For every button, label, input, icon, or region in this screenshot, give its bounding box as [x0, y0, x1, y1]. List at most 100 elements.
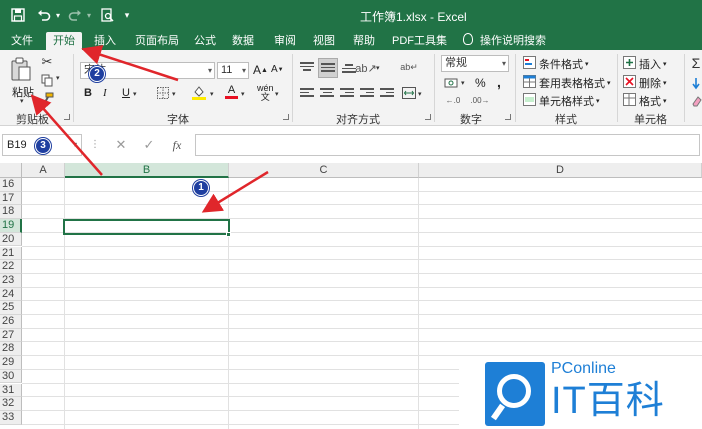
insert-cells-button[interactable]: 插入 ▾ [639, 56, 667, 72]
format-cells-button[interactable]: 格式 ▾ [639, 93, 667, 109]
middle-align-icon[interactable] [321, 63, 335, 75]
fill-color-icon[interactable] [192, 85, 206, 100]
undo-dropdown-icon[interactable]: ▾ [54, 6, 62, 24]
cut-icon[interactable]: ✂ [40, 54, 54, 69]
conditional-format-icon[interactable] [523, 56, 536, 69]
paste-dropdown-icon[interactable]: ▾ [20, 97, 24, 105]
row-header-33[interactable]: 33 [0, 410, 22, 425]
cell-styles-icon[interactable] [523, 93, 536, 106]
number-launcher[interactable] [505, 114, 511, 120]
copy-dropdown-icon[interactable]: ▾ [56, 74, 60, 82]
row-header-24[interactable]: 24 [0, 287, 22, 302]
tab-insert[interactable]: 插入 [91, 32, 119, 50]
font-size-combo[interactable]: 11 ▾ [217, 62, 249, 79]
row-header-25[interactable]: 25 [0, 301, 22, 315]
bottom-align-icon[interactable] [342, 64, 356, 76]
insert-function-button[interactable]: fx [168, 136, 186, 154]
undo-icon[interactable] [36, 6, 52, 24]
row-header-16[interactable]: 16 [0, 178, 22, 192]
column-header-d[interactable]: D [419, 163, 702, 178]
autosum-icon[interactable]: Σ [690, 55, 702, 71]
comma-style-button[interactable]: , [497, 74, 501, 90]
row-header-23[interactable]: 23 [0, 273, 22, 288]
shrink-font-button[interactable]: A ▼ [271, 64, 284, 75]
format-as-table-icon[interactable] [523, 75, 536, 88]
row-header-17[interactable]: 17 [0, 191, 22, 206]
format-painter-icon[interactable] [40, 91, 54, 105]
accounting-format-icon[interactable] [443, 76, 459, 90]
row-header-27[interactable]: 27 [0, 328, 22, 343]
row-header-22[interactable]: 22 [0, 260, 22, 274]
print-preview-icon[interactable] [99, 6, 115, 24]
fill-color-dropdown-icon[interactable]: ▾ [210, 90, 214, 98]
align-right-icon[interactable] [340, 88, 354, 100]
tab-formulas[interactable]: 公式 [191, 32, 219, 50]
accounting-dropdown-icon[interactable]: ▾ [461, 79, 465, 87]
font-color-button[interactable]: A [225, 85, 238, 99]
number-format-dropdown-icon[interactable]: ▾ [502, 56, 506, 71]
save-icon[interactable] [10, 6, 26, 24]
paste-icon[interactable] [10, 56, 32, 82]
customize-toolbar-icon[interactable]: ▾ [122, 6, 132, 24]
name-box-dropdown-icon[interactable]: ▾ [73, 135, 77, 155]
merge-center-icon[interactable] [402, 86, 416, 100]
delete-cells-button[interactable]: 删除 ▾ [639, 75, 667, 91]
phonetic-dropdown-icon[interactable]: ▾ [275, 90, 279, 98]
row-header-20[interactable]: 20 [0, 232, 22, 247]
insert-cells-icon[interactable] [623, 56, 636, 69]
format-as-table-button[interactable]: 套用表格格式 ▾ [539, 75, 611, 91]
increase-indent-icon[interactable] [380, 88, 394, 100]
copy-icon[interactable] [40, 73, 54, 87]
tell-me-search[interactable]: 操作说明搜索 [480, 32, 546, 50]
font-launcher[interactable] [283, 114, 289, 120]
row-header-28[interactable]: 28 [0, 342, 22, 357]
grow-font-button[interactable]: A ▲ [253, 63, 268, 77]
delete-cells-icon[interactable] [623, 75, 636, 88]
borders-dropdown-icon[interactable]: ▾ [172, 90, 176, 98]
tab-pdf-tools[interactable]: PDF工具集 [392, 32, 447, 50]
enter-entry-button[interactable]: ✓ [140, 136, 158, 154]
column-header-a[interactable]: A [22, 163, 65, 178]
clipboard-launcher[interactable] [64, 114, 70, 120]
borders-icon[interactable] [156, 86, 169, 99]
bold-button[interactable]: B [84, 87, 92, 99]
formula-input[interactable] [195, 134, 700, 156]
tab-help[interactable]: 帮助 [350, 32, 378, 50]
orientation-dropdown-icon[interactable]: ▾ [376, 64, 380, 72]
decrease-decimal-icon[interactable]: .00→ [470, 94, 489, 106]
increase-decimal-icon[interactable]: ←.0 [445, 94, 461, 106]
formula-bar-resize-dots-icon[interactable]: ⋮ [90, 139, 100, 150]
row-header-18[interactable]: 18 [0, 205, 22, 220]
orientation-icon[interactable]: ab↗ [355, 61, 376, 75]
italic-button[interactable]: I [103, 87, 107, 99]
select-all-corner[interactable] [0, 163, 22, 178]
clear-icon[interactable] [690, 94, 702, 108]
number-format-combo[interactable]: 常规 ▾ [441, 55, 509, 72]
tab-data[interactable]: 数据 [229, 32, 257, 50]
align-left-icon[interactable] [300, 88, 314, 100]
cancel-entry-button[interactable]: ✕ [112, 136, 130, 154]
row-header-21[interactable]: 21 [0, 246, 22, 261]
fill-down-icon[interactable] [690, 76, 702, 90]
merge-dropdown-icon[interactable]: ▾ [418, 90, 422, 98]
underline-dropdown-icon[interactable]: ▾ [133, 90, 137, 98]
font-name-dropdown-icon[interactable]: ▾ [208, 63, 212, 78]
column-header-c[interactable]: C [229, 163, 419, 178]
tab-review[interactable]: 审阅 [271, 32, 299, 50]
redo-dropdown-icon[interactable]: ▾ [85, 6, 93, 24]
column-header-b[interactable]: B [65, 163, 229, 178]
row-header-19[interactable]: 19 [0, 219, 22, 233]
fill-handle[interactable] [226, 232, 231, 237]
conditional-format-button[interactable]: 条件格式 ▾ [539, 56, 589, 72]
format-cells-icon[interactable] [623, 93, 636, 106]
top-align-icon[interactable] [300, 62, 314, 74]
phonetic-guide-button[interactable]: wén 文 [257, 84, 274, 102]
wrap-text-icon[interactable]: ab↵ [400, 60, 418, 74]
font-size-dropdown-icon[interactable]: ▾ [242, 63, 246, 78]
tab-home[interactable]: 开始 [46, 32, 82, 50]
tab-file[interactable]: 文件 [8, 32, 36, 50]
alignment-launcher[interactable] [425, 114, 431, 120]
align-center-icon[interactable] [320, 88, 334, 100]
row-header-26[interactable]: 26 [0, 315, 22, 329]
row-header-32[interactable]: 32 [0, 397, 22, 411]
